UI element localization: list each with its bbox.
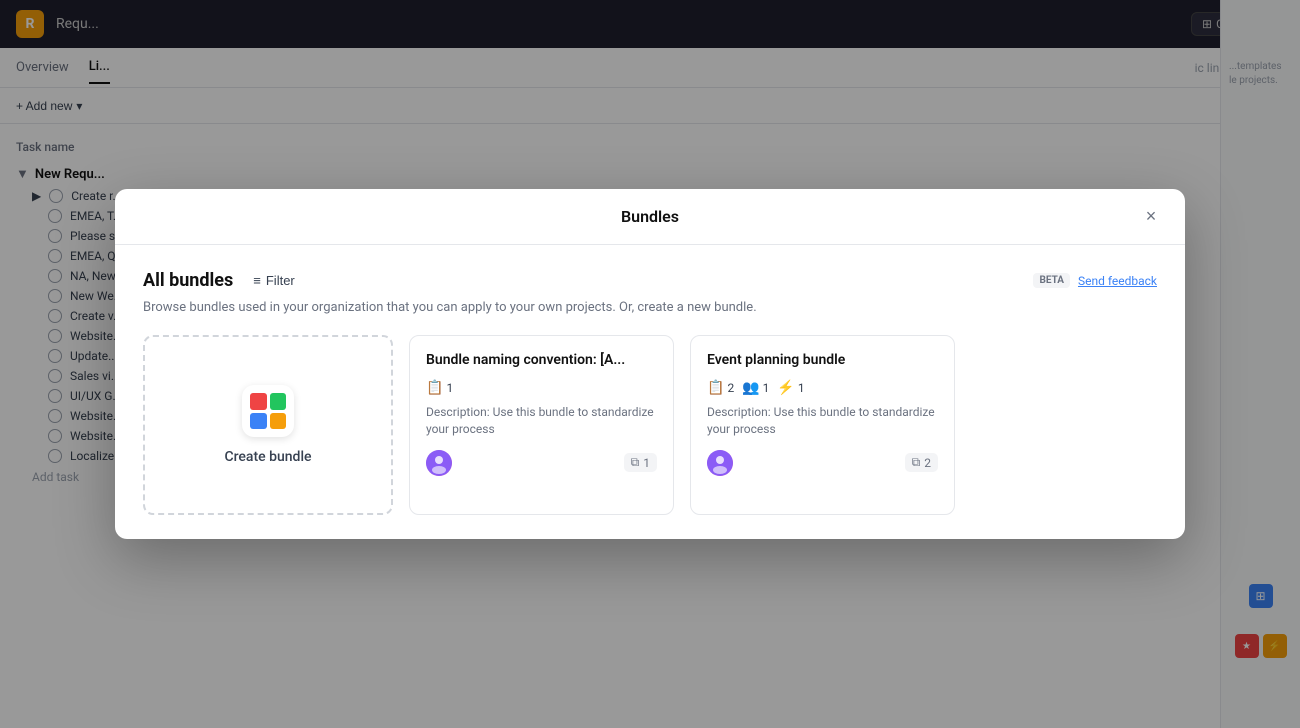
grid-dot-yellow: [270, 413, 287, 430]
bundle-card-title-1: Bundle naming convention: [A...: [426, 352, 657, 368]
bundles-grid: Create bundle Bundle naming convention: …: [143, 335, 1157, 515]
bundle-tag-1: 📋 1: [426, 380, 453, 396]
bundle-tags-2: 📋 2 👥 1 ⚡ 1: [707, 380, 938, 396]
modal-close-button[interactable]: ×: [1137, 203, 1165, 231]
create-bundle-label: Create bundle: [224, 449, 311, 465]
avatar-svg-2: [707, 450, 733, 476]
copy-count-2: ⧉ 2: [905, 453, 938, 472]
bundle-tag-2-1: 📋 2: [707, 380, 734, 396]
bundles-subtitle: Browse bundles used in your organization…: [143, 300, 1157, 315]
tag-icon-2-1: 📋: [707, 380, 724, 396]
close-icon: ×: [1146, 206, 1157, 227]
modal-header: Bundles ×: [115, 189, 1185, 245]
copy-icon-2: ⧉: [912, 455, 921, 470]
modal-title: Bundles: [621, 207, 679, 226]
bundle-card-footer-2: ⧉ 2: [707, 450, 938, 476]
bundles-header: All bundles ≡ Filter BETA Send feedback: [143, 269, 1157, 292]
bundle-card-title-2: Event planning bundle: [707, 352, 938, 368]
bundle-card-1[interactable]: Bundle naming convention: [A... 📋 1 Desc…: [409, 335, 674, 515]
tag-icon-1: 📋: [426, 380, 443, 396]
tag-icon-2-2: 👥: [742, 380, 759, 396]
bundle-description-1: Description: Use this bundle to standard…: [426, 404, 657, 438]
avatar-svg-1: [426, 450, 452, 476]
create-bundle-icon: [242, 385, 294, 437]
grid-dot-red: [250, 393, 267, 410]
filter-icon: ≡: [253, 273, 261, 288]
bundles-modal: Bundles × All bundles ≡ Filter BETA Send…: [115, 189, 1185, 539]
bundle-description-2: Description: Use this bundle to standard…: [707, 404, 938, 438]
bundles-title-row: All bundles ≡ Filter: [143, 269, 303, 292]
modal-backdrop[interactable]: Bundles × All bundles ≡ Filter BETA Send…: [0, 0, 1300, 728]
bundle-card-footer-1: ⧉ 1: [426, 450, 657, 476]
bundle-card-2[interactable]: Event planning bundle 📋 2 👥 1 ⚡ 1: [690, 335, 955, 515]
bundle-tags-1: 📋 1: [426, 380, 657, 396]
bundles-meta-right: BETA Send feedback: [1033, 273, 1157, 288]
beta-badge: BETA: [1033, 273, 1070, 288]
avatar-2: [707, 450, 733, 476]
send-feedback-link[interactable]: Send feedback: [1078, 274, 1157, 288]
copy-icon-1: ⧉: [631, 455, 640, 470]
filter-button[interactable]: ≡ Filter: [245, 269, 302, 292]
bundles-title: All bundles: [143, 270, 233, 291]
grid-dot-green: [270, 393, 287, 410]
modal-body: All bundles ≡ Filter BETA Send feedback …: [115, 245, 1185, 539]
grid-dot-blue: [250, 413, 267, 430]
tag-icon-2-3: ⚡: [777, 380, 794, 396]
copy-count-1: ⧉ 1: [624, 453, 657, 472]
bundle-tag-2-3: ⚡ 1: [777, 380, 804, 396]
avatar-1: [426, 450, 452, 476]
create-bundle-card[interactable]: Create bundle: [143, 335, 393, 515]
bundle-tag-2-2: 👥 1: [742, 380, 769, 396]
